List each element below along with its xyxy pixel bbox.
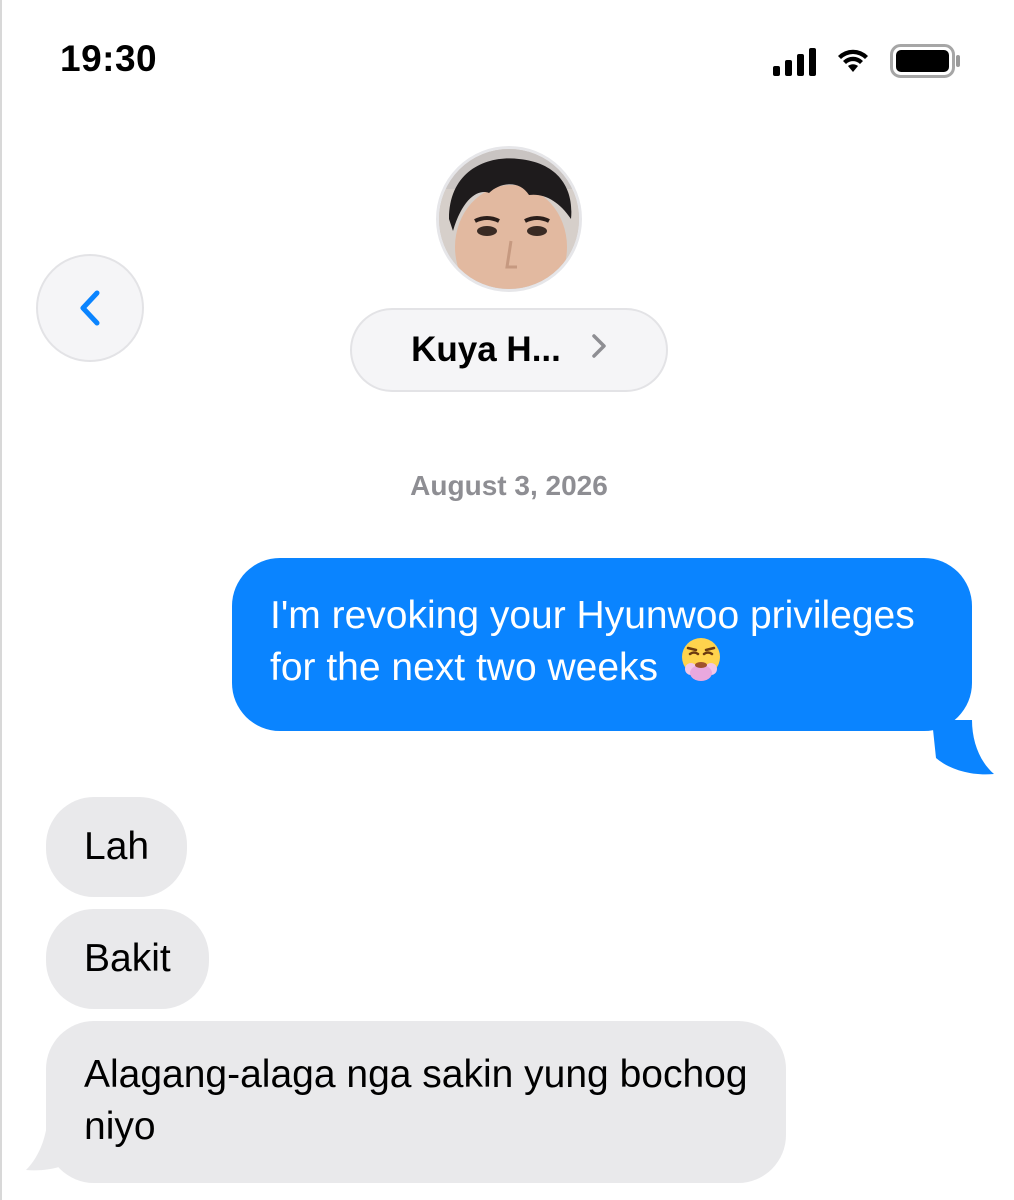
contact-avatar[interactable] [436,146,582,292]
contact-name: Kuya H... [411,330,561,369]
incoming-message-bubble[interactable]: Alagang-alaga nga sakin yung bochog niyo [46,1021,786,1183]
avatar-photo [439,149,579,289]
chevron-left-icon [80,290,100,326]
contact-name-button[interactable]: Kuya H... [350,308,668,392]
message-text: I'm revoking your Hyunwoo privileges for… [270,594,915,689]
outgoing-bubble-tail [932,720,994,775]
status-time: 19:30 [60,38,158,79]
signal-icon [773,46,816,76]
wifi-icon [836,48,870,74]
conversation-date: August 3, 2026 [410,470,608,501]
status-icons [773,44,962,78]
outgoing-message-bubble[interactable]: I'm revoking your Hyunwoo privileges for… [232,558,972,731]
face-with-steam-hugging-icon [677,635,725,697]
back-button[interactable] [36,254,144,362]
incoming-message-bubble[interactable]: Bakit [46,909,209,1009]
message-text: Bakit [84,937,171,980]
chevron-right-icon [591,330,607,367]
messages-screen: 19:30 Kuya H... August 3, 2026 I'm revok… [0,0,1014,1200]
incoming-bubble-tail [26,1110,88,1171]
message-text: Alagang-alaga nga sakin yung bochog niyo [84,1053,748,1148]
battery-icon [890,44,962,78]
message-text: Lah [84,825,150,868]
incoming-message-bubble[interactable]: Lah [46,797,188,897]
